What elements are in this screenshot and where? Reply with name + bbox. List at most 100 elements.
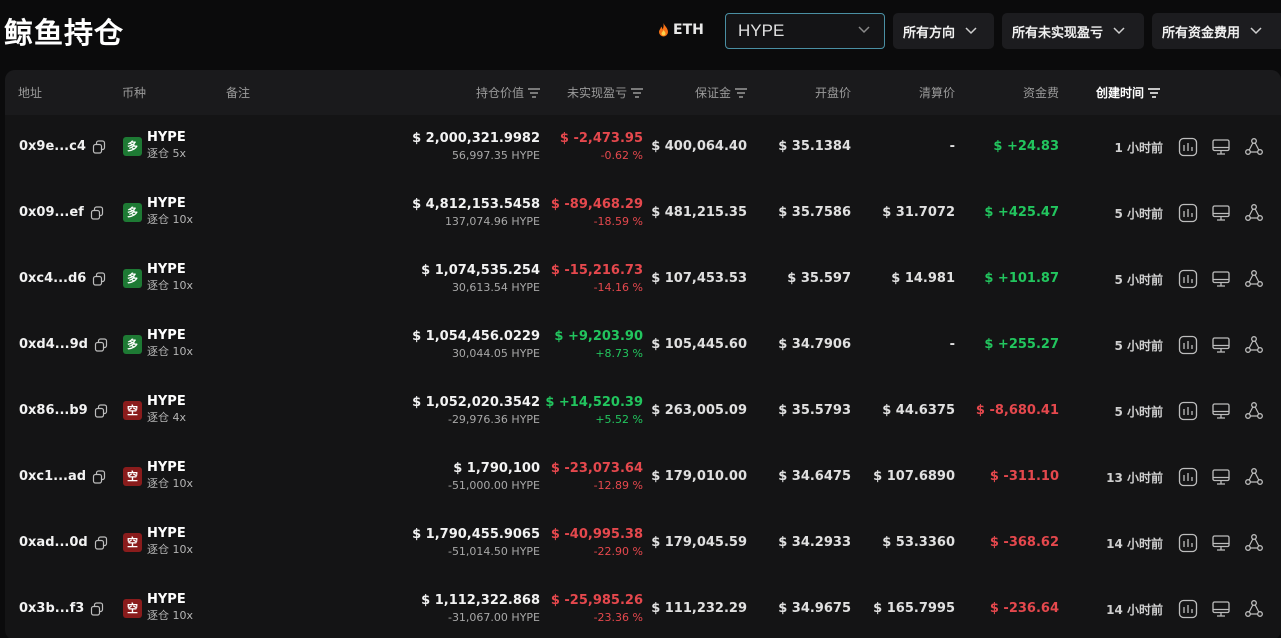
position-value-cell: $ 1,052,020.3542 -29,976.36 HYPE [400, 394, 540, 428]
position-size: 137,074.96 HYPE [444, 215, 540, 228]
funding-fee: $ -236.64 [989, 601, 1059, 616]
share-icon[interactable] [1244, 269, 1264, 289]
table-row[interactable]: 0xd4...9d 多 HYPE 逐仓 10x $ 1,054,456.0229… [5, 313, 1281, 379]
table-row[interactable]: 0xc1...ad 空 HYPE 逐仓 10x $ 1,790,100 -51,… [5, 445, 1281, 511]
pnl-cell: $ -40,995.38 -22.90 % [545, 526, 643, 560]
positions-table: 地址 币种 备注 持仓价值 未实现盈亏 保证金 开盘价 清算价 资金费 创建时间… [5, 70, 1281, 638]
col-entry: 开盘价 [814, 86, 851, 100]
coin-name[interactable]: HYPE [147, 460, 193, 476]
pnl-value: $ +14,520.39 [545, 395, 643, 410]
table-row[interactable]: 0xad...0d 空 HYPE 逐仓 10x $ 1,790,455.9065… [5, 511, 1281, 577]
share-icon[interactable] [1244, 533, 1264, 553]
col-margin-sort[interactable]: 保证金 [665, 84, 747, 101]
monitor-icon[interactable] [1211, 467, 1231, 487]
address-text[interactable]: 0x3b...f3 [19, 601, 84, 616]
copy-icon[interactable] [92, 469, 106, 484]
share-icon[interactable] [1244, 335, 1264, 355]
hot-coin-eth[interactable]: ETH [658, 22, 704, 38]
pnl-percent: +8.73 % [595, 347, 643, 360]
coin-name[interactable]: HYPE [147, 262, 193, 278]
chevron-down-icon [1113, 27, 1125, 35]
table-row[interactable]: 0xc4...d6 多 HYPE 逐仓 10x $ 1,074,535.254 … [5, 247, 1281, 313]
share-icon[interactable] [1244, 599, 1264, 619]
address-text[interactable]: 0x09...ef [19, 205, 84, 220]
address-text[interactable]: 0xc4...d6 [19, 271, 86, 286]
pnl-value: $ -23,073.64 [550, 461, 643, 476]
pnl-cell: $ -89,468.29 -18.59 % [545, 196, 643, 230]
chevron-down-icon [1250, 27, 1262, 35]
liquidation-price: $ 44.6375 [882, 403, 955, 418]
sort-icon [528, 87, 540, 98]
row-actions [1178, 335, 1264, 355]
funding-filter[interactable]: 所有资金费用 [1152, 13, 1281, 49]
monitor-icon[interactable] [1211, 533, 1231, 553]
coin-name[interactable]: HYPE [147, 394, 186, 410]
copy-icon[interactable] [94, 403, 108, 418]
monitor-icon[interactable] [1211, 137, 1231, 157]
chart-icon[interactable] [1178, 203, 1198, 223]
pnl-cell: $ +14,520.39 +5.52 % [545, 394, 643, 428]
chart-icon[interactable] [1178, 137, 1198, 157]
coin-name[interactable]: HYPE [147, 526, 193, 542]
pnl-value: $ -40,995.38 [550, 527, 643, 542]
col-created-sort[interactable]: 创建时间 [1096, 84, 1161, 101]
address-cell: 0x3b...f3 [19, 601, 104, 616]
table-row[interactable]: 0x09...ef 多 HYPE 逐仓 10x $ 4,812,153.5458… [5, 181, 1281, 247]
table-row[interactable]: 0x3b...f3 空 HYPE 逐仓 10x $ 1,112,322.868 … [5, 577, 1281, 638]
coin-name[interactable]: HYPE [147, 196, 193, 212]
address-text[interactable]: 0xc1...ad [19, 469, 86, 484]
share-icon[interactable] [1244, 203, 1264, 223]
chart-icon[interactable] [1178, 401, 1198, 421]
col-value-sort[interactable]: 持仓价值 [445, 84, 540, 101]
monitor-icon[interactable] [1211, 401, 1231, 421]
address-cell: 0x9e...c4 [19, 139, 106, 154]
monitor-icon[interactable] [1211, 203, 1231, 223]
col-pnl-sort[interactable]: 未实现盈亏 [555, 84, 643, 101]
chart-icon[interactable] [1178, 269, 1198, 289]
coin-name[interactable]: HYPE [147, 592, 193, 608]
address-text[interactable]: 0x9e...c4 [19, 139, 86, 154]
table-row[interactable]: 0x86...b9 空 HYPE 逐仓 4x $ 1,052,020.3542 … [5, 379, 1281, 445]
chart-icon[interactable] [1178, 533, 1198, 553]
address-text[interactable]: 0xad...0d [19, 535, 88, 550]
pnl-filter[interactable]: 所有未实现盈亏 [1002, 13, 1144, 49]
pnl-value: $ +9,203.90 [554, 329, 643, 344]
share-icon[interactable] [1244, 467, 1264, 487]
address-text[interactable]: 0xd4...9d [19, 337, 88, 352]
side-badge: 空 [123, 598, 142, 618]
position-size: -51,000.00 HYPE [447, 479, 540, 492]
sort-icon [1148, 87, 1161, 98]
entry-price: $ 34.7906 [778, 337, 851, 352]
table-row[interactable]: 0x9e...c4 多 HYPE 逐仓 5x $ 2,000,321.9982 … [5, 115, 1281, 181]
monitor-icon[interactable] [1211, 269, 1231, 289]
share-icon[interactable] [1244, 137, 1264, 157]
coin-name[interactable]: HYPE [147, 130, 186, 146]
copy-icon[interactable] [90, 205, 104, 220]
position-value: $ 1,112,322.868 [421, 593, 540, 608]
direction-filter[interactable]: 所有方向 [893, 13, 994, 49]
coin-search-input[interactable] [738, 21, 848, 41]
funding-filter-label: 所有资金费用 [1162, 25, 1241, 41]
monitor-icon[interactable] [1211, 335, 1231, 355]
share-icon[interactable] [1244, 401, 1264, 421]
copy-icon[interactable] [94, 337, 108, 352]
entry-price: $ 35.7586 [778, 205, 851, 220]
position-size: -29,976.36 HYPE [447, 413, 540, 426]
chart-icon[interactable] [1178, 467, 1198, 487]
col-liq: 清算价 [918, 86, 955, 100]
margin-value: $ 105,445.60 [651, 337, 747, 352]
address-text[interactable]: 0x86...b9 [19, 403, 88, 418]
coin-name[interactable]: HYPE [147, 328, 193, 344]
copy-icon[interactable] [90, 601, 104, 616]
chart-icon[interactable] [1178, 335, 1198, 355]
copy-icon[interactable] [92, 139, 106, 154]
chart-icon[interactable] [1178, 599, 1198, 619]
copy-icon[interactable] [92, 271, 106, 286]
monitor-icon[interactable] [1211, 599, 1231, 619]
coin-search-select[interactable] [725, 13, 885, 49]
position-value: $ 1,052,020.3542 [412, 395, 540, 410]
copy-icon[interactable] [94, 535, 108, 550]
margin-value: $ 400,064.40 [651, 139, 747, 154]
created-time: 13 小时前 [1106, 471, 1163, 485]
address-cell: 0xc1...ad [19, 469, 106, 484]
